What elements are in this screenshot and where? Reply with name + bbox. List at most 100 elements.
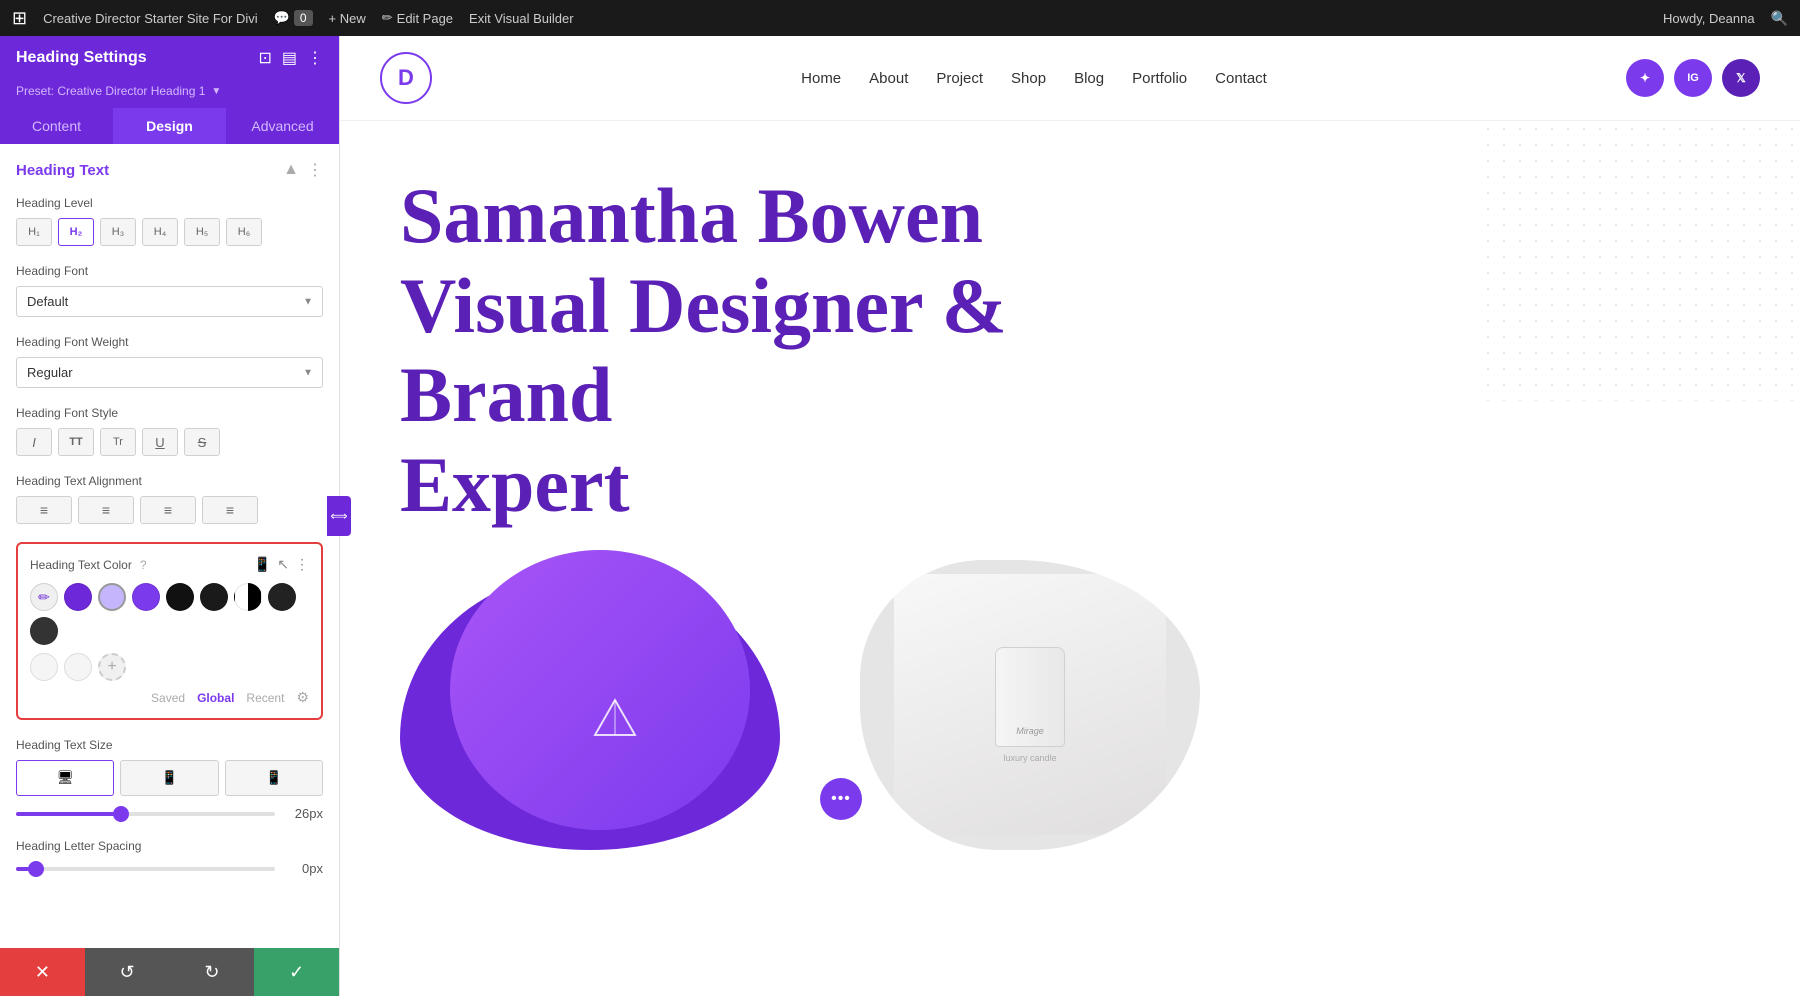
color-section-header: Heading Text Color ? 📱 ↖ ⋮ xyxy=(30,556,309,573)
heading-alignment-field: Heading Text Alignment ≡ ≡ ≡ ≡ xyxy=(16,474,323,524)
heading-letter-spacing-field: Heading Letter Spacing 0px xyxy=(16,839,323,876)
heading-letter-spacing-label: Heading Letter Spacing xyxy=(16,839,323,853)
size-desktop-button[interactable]: 🖥 xyxy=(16,760,114,796)
color-swatch-medium-purple[interactable] xyxy=(132,583,160,611)
more-options-icon[interactable]: ⋮ xyxy=(307,48,323,68)
color-swatch-dark4[interactable] xyxy=(30,617,58,645)
color-swatch-half[interactable] xyxy=(234,583,262,611)
dot-pattern-decoration xyxy=(1480,121,1800,401)
eyedropper-tool[interactable]: ✏ xyxy=(30,583,58,611)
recent-tab[interactable]: Recent xyxy=(246,691,284,705)
panel-resize-handle[interactable] xyxy=(327,496,351,536)
color-swatches-row2: + xyxy=(30,653,309,681)
saved-tab[interactable]: Saved xyxy=(151,691,185,705)
color-swatch-light-purple[interactable] xyxy=(98,583,126,611)
undo-button[interactable]: ↺ xyxy=(85,948,170,996)
color-settings-icon[interactable]: ⚙ xyxy=(296,689,309,706)
redo-button[interactable]: ↻ xyxy=(170,948,255,996)
color-swatch-empty2[interactable] xyxy=(64,653,92,681)
color-swatch-dark1[interactable] xyxy=(166,583,194,611)
nav-home[interactable]: Home xyxy=(801,70,841,87)
new-button[interactable]: + New xyxy=(329,11,366,26)
italic-button[interactable]: I xyxy=(16,428,52,456)
comment-button[interactable]: 💬 0 xyxy=(274,10,313,26)
panel-header: Heading Settings ⊡ ▤ ⋮ xyxy=(0,36,339,80)
cursor-icon[interactable]: ↖ xyxy=(277,556,289,573)
search-icon[interactable]: 🔍 xyxy=(1771,10,1788,27)
size-slider[interactable] xyxy=(16,812,275,816)
heading-font-weight-label: Heading Font Weight xyxy=(16,335,323,349)
candle-image-blob: Mirage luxury candle xyxy=(860,560,1200,850)
color-swatch-purple[interactable] xyxy=(64,583,92,611)
hero-section: Samantha Bowen Visual Designer & Brand E… xyxy=(340,121,1800,530)
letter-spacing-slider[interactable] xyxy=(16,867,275,871)
global-tab[interactable]: Global xyxy=(197,691,234,705)
heading-size-field: Heading Text Size 🖥 📱 📱 26px xyxy=(16,738,323,821)
nav-about[interactable]: About xyxy=(869,70,908,87)
site-nav-links: Home About Project Shop Blog Portfolio C… xyxy=(472,70,1596,87)
strikethrough-button[interactable]: S xyxy=(184,428,220,456)
heading-level-buttons: H₁ H₂ H₃ H₄ H₅ H₆ xyxy=(16,218,323,246)
geometric-icon xyxy=(590,695,640,750)
fullscreen-icon[interactable]: ⊡ xyxy=(258,48,271,68)
color-help-icon[interactable]: ? xyxy=(140,558,147,572)
h1-button[interactable]: H₁ xyxy=(16,218,52,246)
h6-button[interactable]: H₆ xyxy=(226,218,262,246)
tab-advanced[interactable]: Advanced xyxy=(226,108,339,144)
align-center-button[interactable]: ≡ xyxy=(78,496,134,524)
nav-project[interactable]: Project xyxy=(936,70,983,87)
tab-design[interactable]: Design xyxy=(113,108,226,144)
tab-content[interactable]: Content xyxy=(0,108,113,144)
capitalize-button[interactable]: Tr xyxy=(100,428,136,456)
uppercase-button[interactable]: TT xyxy=(58,428,94,456)
nav-contact[interactable]: Contact xyxy=(1215,70,1267,87)
heading-font-style-label: Heading Font Style xyxy=(16,406,323,420)
size-tablet-button[interactable]: 📱 xyxy=(120,760,218,796)
hero-title: Samantha Bowen Visual Designer & Brand E… xyxy=(400,171,1200,530)
edit-page-button[interactable]: ✏ Edit Page xyxy=(382,10,453,26)
size-mobile-button[interactable]: 📱 xyxy=(225,760,323,796)
underline-button[interactable]: U xyxy=(142,428,178,456)
preset-chevron-icon[interactable]: ▼ xyxy=(211,86,221,97)
color-swatch-dark3[interactable] xyxy=(268,583,296,611)
add-color-button[interactable]: + xyxy=(98,653,126,681)
size-value: 26px xyxy=(285,806,323,821)
nav-portfolio[interactable]: Portfolio xyxy=(1132,70,1187,87)
heading-font-label: Heading Font xyxy=(16,264,323,278)
align-justify-button[interactable]: ≡ xyxy=(140,496,196,524)
align-right-button[interactable]: ≡ xyxy=(202,496,258,524)
social-instagram[interactable]: IG xyxy=(1674,59,1712,97)
settings-panel: Heading Settings ⊡ ▤ ⋮ Preset: Creative … xyxy=(0,36,340,996)
heading-font-weight-field: Heading Font Weight Regular xyxy=(16,335,323,388)
heading-font-weight-select[interactable]: Regular xyxy=(16,357,323,388)
nav-blog[interactable]: Blog xyxy=(1074,70,1104,87)
heading-font-select[interactable]: Default xyxy=(16,286,323,317)
wp-logo-icon[interactable]: ⊞ xyxy=(12,8,27,29)
exit-builder-button[interactable]: Exit Visual Builder xyxy=(469,11,574,26)
social-twitter[interactable]: 𝕏 xyxy=(1722,59,1760,97)
save-button[interactable]: ✓ xyxy=(254,948,339,996)
collapse-icon[interactable]: ▲ xyxy=(283,161,299,179)
layout-icon[interactable]: ▤ xyxy=(282,48,297,68)
color-swatch-dark2[interactable] xyxy=(200,583,228,611)
site-name[interactable]: Creative Director Starter Site For Divi xyxy=(43,11,258,26)
alignment-buttons: ≡ ≡ ≡ ≡ xyxy=(16,496,323,524)
color-swatch-empty1[interactable] xyxy=(30,653,58,681)
size-slider-row: 26px xyxy=(16,806,323,821)
section-more-icon[interactable]: ⋮ xyxy=(307,160,323,180)
site-navigation: D Home About Project Shop Blog Portfolio… xyxy=(340,36,1800,121)
color-more-icon[interactable]: ⋮ xyxy=(295,556,309,573)
h4-button[interactable]: H₄ xyxy=(142,218,178,246)
align-left-button[interactable]: ≡ xyxy=(16,496,72,524)
mobile-icon[interactable]: 📱 xyxy=(254,556,271,573)
color-header-icons: 📱 ↖ ⋮ xyxy=(254,556,309,573)
nav-shop[interactable]: Shop xyxy=(1011,70,1046,87)
floating-menu-button[interactable]: ••• xyxy=(820,778,862,820)
candle-shape: Mirage xyxy=(995,647,1065,747)
heading-alignment-label: Heading Text Alignment xyxy=(16,474,323,488)
h5-button[interactable]: H₅ xyxy=(184,218,220,246)
h3-button[interactable]: H₃ xyxy=(100,218,136,246)
social-dribbble[interactable]: ✦ xyxy=(1626,59,1664,97)
cancel-button[interactable]: ✕ xyxy=(0,948,85,996)
h2-button[interactable]: H₂ xyxy=(58,218,94,246)
